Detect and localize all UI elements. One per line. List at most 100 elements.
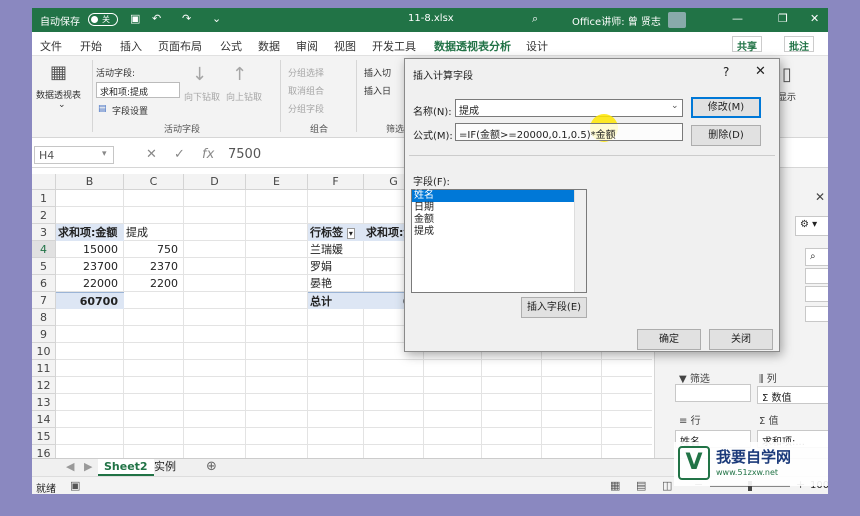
close-pane-icon[interactable]: ✕ — [815, 190, 825, 204]
scroll-right-icon[interactable]: ▶ — [78, 459, 98, 476]
formula-input[interactable]: 7500 — [228, 147, 261, 162]
tab-design[interactable]: 设计 — [526, 38, 548, 54]
row-header[interactable]: 14 — [32, 411, 56, 428]
ok-button[interactable]: 确定 — [637, 329, 701, 350]
pivot-table-icon[interactable]: ▦ — [50, 62, 67, 83]
close-window-icon[interactable]: ✕ — [810, 12, 819, 25]
customize-icon[interactable]: ⌄ — [212, 12, 221, 25]
row-header[interactable]: 5 — [32, 258, 56, 275]
table-cell[interactable]: 23700 — [56, 258, 124, 275]
row-header[interactable]: 6 — [32, 275, 56, 292]
row-header[interactable]: 8 — [32, 309, 56, 326]
enter-icon[interactable]: ✓ — [174, 147, 185, 162]
right-pivot-row-labels[interactable]: 行标签 ▾ — [308, 224, 364, 241]
table-cell[interactable]: 22000 — [56, 275, 124, 292]
redo-icon[interactable]: ↷ — [182, 12, 191, 25]
row-header[interactable]: 2 — [32, 207, 56, 224]
table-cell[interactable]: 兰瑞媛 — [308, 241, 364, 258]
table-cell[interactable]: 2200 — [124, 275, 184, 292]
filter-drop-area[interactable] — [675, 384, 751, 402]
tab-pivot-analyze[interactable]: 数据透视表分析 — [434, 38, 511, 58]
minimize-icon[interactable]: — — [732, 12, 743, 25]
dialog-close-icon[interactable]: ✕ — [755, 64, 766, 79]
row-header[interactable]: 7 — [32, 292, 56, 309]
row-header[interactable]: 13 — [32, 394, 56, 411]
drill-up-icon[interactable]: ↑ — [232, 64, 247, 85]
function-icon[interactable]: fx — [202, 147, 214, 162]
restore-icon[interactable]: ❐ — [778, 12, 788, 25]
save-icon[interactable]: ▣ — [130, 12, 140, 25]
sheet-tab-sheet2[interactable]: Sheet2 — [98, 459, 154, 476]
name-dropdown-icon[interactable]: ⌄ — [671, 101, 679, 111]
column-header-c[interactable]: C — [124, 174, 184, 190]
avatar[interactable] — [668, 12, 686, 28]
right-pivot-total-label[interactable]: 总计 — [308, 292, 364, 309]
insert-field-button[interactable]: 插入字段(E) — [521, 297, 587, 318]
left-pivot-header-commission[interactable]: 提成 — [124, 224, 184, 241]
tab-data[interactable]: 数据 — [258, 38, 280, 54]
share-button[interactable]: 共享 — [732, 36, 762, 53]
ungroup-button[interactable]: 取消组合 — [288, 84, 324, 97]
search-icon[interactable]: ⌕ — [805, 248, 828, 266]
column-header-b[interactable]: B — [56, 174, 124, 190]
left-pivot-header-sum-amount[interactable]: 求和项:金额 — [56, 224, 124, 241]
filter-dropdown-icon[interactable]: ▾ — [346, 228, 355, 239]
table-cell[interactable]: 罗娟 — [308, 258, 364, 275]
tab-insert[interactable]: 插入 — [120, 38, 142, 54]
chevron-down-icon[interactable]: ⌄ — [58, 100, 66, 110]
group-field-button[interactable]: 分组字段 — [288, 102, 324, 115]
modify-button[interactable]: 修改(M) — [691, 97, 761, 118]
page-break-icon[interactable]: ◫ — [662, 479, 672, 492]
macro-record-icon[interactable]: ▣ — [70, 479, 80, 492]
help-icon[interactable]: ? — [723, 65, 729, 79]
comments-button[interactable]: 批注 — [784, 36, 814, 53]
page-layout-icon[interactable]: ▤ — [636, 479, 646, 492]
normal-view-icon[interactable]: ▦ — [610, 479, 620, 492]
row-header[interactable]: 10 — [32, 343, 56, 360]
close-button[interactable]: 关闭 — [709, 329, 773, 350]
column-header-d[interactable]: D — [184, 174, 246, 190]
row-header[interactable]: 11 — [32, 360, 56, 377]
table-cell[interactable]: 晏艳 — [308, 275, 364, 292]
active-field-input[interactable]: 求和项:提成 — [96, 82, 180, 98]
row-header[interactable]: 15 — [32, 428, 56, 445]
insert-timeline-button[interactable]: 插入日 — [364, 84, 391, 97]
fields-listbox[interactable]: 姓名 日期 金额 提成 — [411, 189, 587, 293]
listbox-scrollbar[interactable] — [574, 190, 586, 292]
group-selection-button[interactable]: 分组选择 — [288, 66, 324, 79]
list-item[interactable]: 日期 — [412, 202, 586, 214]
list-item[interactable]: 金额 — [412, 214, 586, 226]
name-combobox[interactable]: 提成 — [455, 99, 683, 117]
row-header[interactable]: 4 — [32, 241, 56, 258]
sheet-tab-example[interactable]: 实例 — [148, 459, 182, 476]
row-header[interactable]: 3 — [32, 224, 56, 241]
formula-input[interactable]: =IF(金额>=20000,0.1,0.5)*金额 — [455, 123, 683, 141]
values-chip[interactable]: Σ 数值 — [757, 386, 828, 404]
search-icon[interactable]: ⌕ — [532, 12, 538, 26]
undo-icon[interactable]: ↶ — [152, 12, 161, 25]
drill-down-button[interactable]: 向下钻取 — [184, 90, 220, 103]
left-pivot-total[interactable]: 60700 — [56, 292, 124, 309]
field-settings-button[interactable]: 字段设置 — [112, 104, 148, 117]
show-button[interactable]: 显示 — [778, 90, 796, 103]
tab-view[interactable]: 视图 — [334, 38, 356, 54]
table-cell[interactable]: 750 — [124, 241, 184, 258]
delete-button[interactable]: 删除(D) — [691, 125, 761, 146]
name-box-dropdown-icon[interactable]: ▾ — [102, 149, 107, 159]
gear-icon[interactable]: ⚙ ▾ — [795, 216, 828, 236]
drill-up-button[interactable]: 向上钻取 — [226, 90, 262, 103]
add-sheet-icon[interactable]: ⊕ — [200, 459, 223, 476]
tab-page-layout[interactable]: 页面布局 — [158, 38, 202, 54]
tab-review[interactable]: 审阅 — [296, 38, 318, 54]
tab-file[interactable]: 文件 — [40, 38, 62, 54]
row-header[interactable]: 12 — [32, 377, 56, 394]
column-header-f[interactable]: F — [308, 174, 364, 190]
cancel-icon[interactable]: ✕ — [146, 147, 157, 162]
row-header[interactable]: 1 — [32, 190, 56, 207]
list-item[interactable]: 姓名 — [412, 190, 586, 202]
list-item[interactable]: 提成 — [412, 226, 586, 238]
drill-down-icon[interactable]: ↓ — [192, 64, 207, 85]
insert-slicer-button[interactable]: 插入切 — [364, 66, 391, 79]
table-cell[interactable]: 2370 — [124, 258, 184, 275]
tab-home[interactable]: 开始 — [80, 38, 102, 54]
